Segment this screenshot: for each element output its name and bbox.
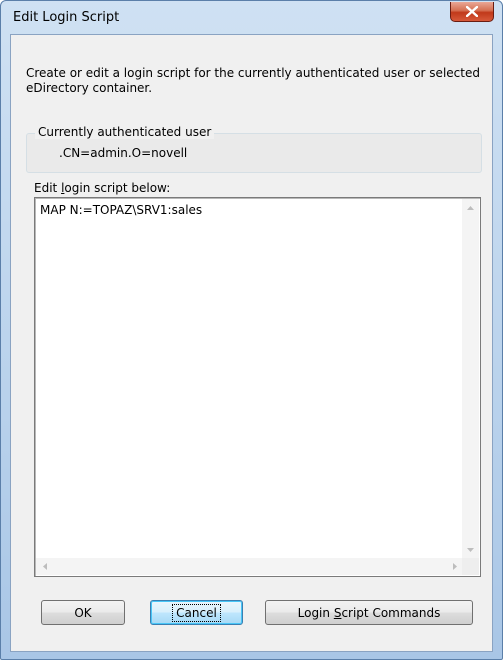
current-user-label: Currently authenticated user (35, 125, 215, 139)
login-script-editor[interactable]: MAP N:=TOPAZ\SRV1:sales (34, 197, 481, 577)
current-user-value: .CN=admin.O=novell (59, 146, 188, 160)
arrow-left-icon (42, 563, 47, 570)
horizontal-scrollbar[interactable] (36, 558, 463, 575)
scrollbar-corner (462, 558, 479, 575)
login-script-commands-button[interactable]: Login Script Commands (265, 600, 473, 625)
title-bar[interactable]: Edit Login Script (1, 1, 502, 35)
scroll-down-button[interactable] (462, 541, 479, 558)
ok-button-label: OK (74, 605, 92, 620)
scroll-up-button[interactable] (462, 199, 479, 216)
scroll-right-button[interactable] (446, 558, 463, 575)
arrow-down-icon (467, 547, 474, 552)
description-line-2: eDirectory container. (26, 81, 153, 95)
close-icon (466, 6, 478, 17)
scroll-left-button[interactable] (36, 558, 53, 575)
login-script-content[interactable]: MAP N:=TOPAZ\SRV1:sales (40, 203, 202, 217)
login-script-commands-label: Login Script Commands (297, 605, 441, 620)
window-title: Edit Login Script (13, 10, 120, 25)
description-text: Create or edit a login script for the cu… (26, 66, 486, 96)
cancel-button-label: Cancel (172, 603, 221, 622)
script-label: Edit login script below: (34, 181, 171, 195)
arrow-right-icon (452, 563, 457, 570)
close-button[interactable] (450, 2, 494, 22)
description-line-1: Create or edit a login script for the cu… (26, 66, 480, 80)
ok-button[interactable]: OK (41, 600, 125, 625)
vertical-scrollbar[interactable] (462, 199, 479, 558)
arrow-up-icon (467, 205, 474, 210)
cancel-button[interactable]: Cancel (150, 600, 243, 625)
